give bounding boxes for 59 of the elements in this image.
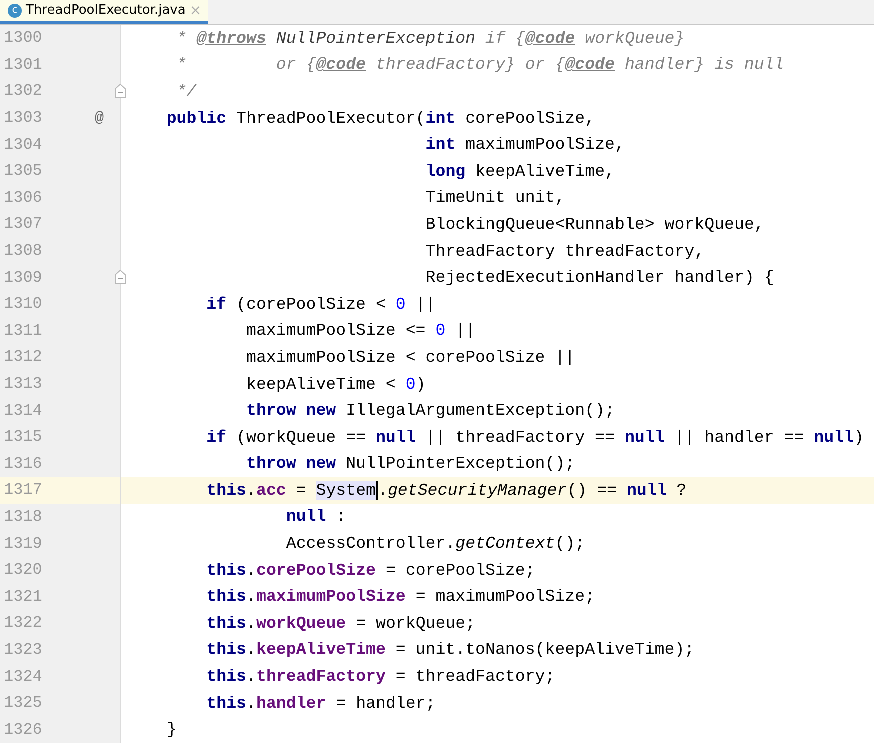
line-number: 1326 xyxy=(3,720,44,739)
code-line: */ xyxy=(176,82,197,101)
code-line: RejectedExecutionHandler handler) { xyxy=(426,268,774,288)
code-line: this.acc = System.getSecurityManager() == null ? xyxy=(206,480,687,500)
line-number: 1313 xyxy=(3,375,44,394)
code-line: ThreadFactory threadFactory, xyxy=(426,242,705,261)
code-line: this.workQueue = workQueue; xyxy=(206,614,476,633)
line-number: 1308 xyxy=(3,242,44,260)
code-line: maximumPoolSize <= 0 || xyxy=(246,321,476,340)
line-number: 1301 xyxy=(3,56,44,74)
line-number: 1315 xyxy=(3,428,44,446)
line-number: 1302 xyxy=(3,82,44,100)
line-number: 1321 xyxy=(3,588,44,606)
line-number: 1325 xyxy=(3,694,44,712)
class-file-icon: c xyxy=(8,4,22,18)
line-number: 1316 xyxy=(3,454,44,473)
line-number: 1314 xyxy=(3,402,44,420)
override-marker[interactable]: @ xyxy=(64,110,104,127)
code-line: null : xyxy=(286,507,346,526)
code-line: int maximumPoolSize, xyxy=(426,135,625,154)
line-number: 1324 xyxy=(3,668,44,686)
line-number: 1303 xyxy=(3,109,44,128)
line-number: 1305 xyxy=(3,162,44,180)
line-number: 1312 xyxy=(3,348,44,366)
line-number: 1304 xyxy=(3,136,44,154)
line-number: 1309 xyxy=(3,268,44,287)
code-line: long keepAliveTime, xyxy=(426,162,616,181)
line-number: 1319 xyxy=(3,534,44,553)
code-line: this.threadFactory = threadFactory; xyxy=(206,667,556,686)
code-line: AccessController.getContext(); xyxy=(286,534,586,554)
code-line: maximumPoolSize < corePoolSize || xyxy=(246,348,576,367)
code-line: this.keepAliveTime = unit.toNanos(keepAliveTime); xyxy=(206,640,695,660)
code-line: } xyxy=(166,720,177,740)
fold-icon[interactable] xyxy=(115,270,126,284)
line-number: 1318 xyxy=(3,508,44,526)
code-line: this.handler = handler; xyxy=(206,694,436,713)
code-line: if (workQueue == null || threadFactory == null || handler == null) xyxy=(206,428,864,447)
fold-icon[interactable] xyxy=(115,84,126,98)
line-number: 1322 xyxy=(3,614,44,632)
code-line: TimeUnit unit, xyxy=(426,188,566,208)
line-number: 1306 xyxy=(3,188,44,207)
code-line: this.maximumPoolSize = maximumPoolSize; xyxy=(206,587,596,606)
line-number: 1310 xyxy=(3,295,44,314)
line-number: 1317 xyxy=(3,481,44,500)
code-line: throw new IllegalArgumentException(); xyxy=(246,401,615,420)
code-line: BlockingQueue<Runnable> workQueue, xyxy=(426,214,764,234)
code-line: public ThreadPoolExecutor(int corePoolSize, xyxy=(166,108,596,128)
code-line: if (corePoolSize < 0 || xyxy=(206,294,436,314)
line-number: 1307 xyxy=(3,215,44,234)
line-number: 1311 xyxy=(3,322,44,340)
file-tab[interactable]: c ThreadPoolExecutor.java × xyxy=(0,0,208,24)
code-line: keepAliveTime < 0) xyxy=(246,374,426,394)
line-number: 1320 xyxy=(3,561,44,580)
line-number: 1323 xyxy=(3,640,44,659)
code-line: this.corePoolSize = corePoolSize; xyxy=(206,560,536,580)
code-line: * or {@code threadFactory} or {@code handler} is null xyxy=(176,55,784,74)
code-line: * @throws NullPointerException if {@code workQueue} xyxy=(176,28,685,48)
line-number: 1300 xyxy=(3,29,44,48)
code-line: throw new NullPointerException(); xyxy=(246,454,576,474)
